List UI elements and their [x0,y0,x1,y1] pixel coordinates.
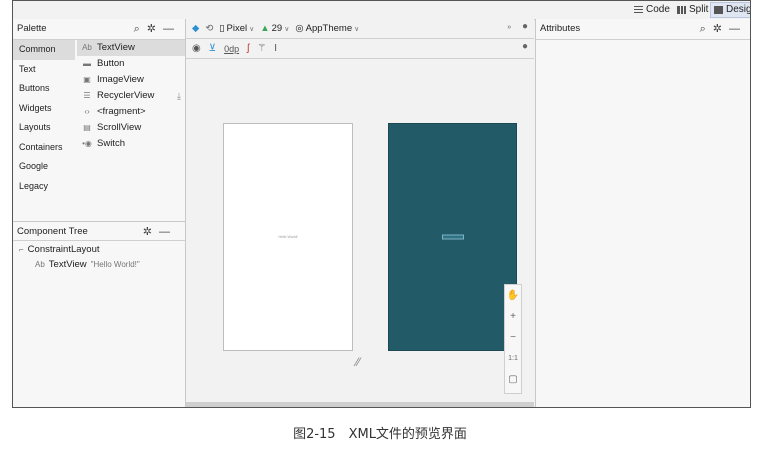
pan-icon[interactable]: ✋ [505,285,521,306]
search-icon[interactable]: ⌕ [700,23,713,35]
palette-item-textview[interactable]: Ab TextView [77,40,185,56]
category-legacy[interactable]: Legacy [13,177,75,197]
design-surface: ◆ ⟲ ▯ Pixel ∨ ▲ 29 ∨ ◎ AppTheme ∨ » ● ◉ ⊻ 0… [186,19,534,407]
category-layouts[interactable]: Layouts [13,118,75,138]
minimize-icon[interactable]: — [159,226,177,238]
image-icon: ▣ [83,75,91,84]
hello-world-blueprint-box[interactable] [441,234,464,240]
design-preview[interactable]: Hello World! [223,123,353,351]
palette-item-recyclerview[interactable]: ☰ RecyclerView ⤓ [77,88,185,104]
device-selector[interactable]: ▯ Pixel ∨ [219,23,254,34]
phone-icon: ▯ [219,23,225,34]
design-toolbar: ◆ ⟲ ▯ Pixel ∨ ▲ 29 ∨ ◎ AppTheme ∨ » ● [186,19,534,39]
constraint-layout-icon: ⌐ [19,245,24,254]
category-common[interactable]: Common [13,40,75,60]
zoom-out-icon[interactable]: − [505,327,521,348]
category-google[interactable]: Google [13,157,75,177]
tree-node-textview[interactable]: Ab TextView "Hello World!" [35,259,140,270]
chevron-down-icon: ∨ [284,25,290,33]
hello-world-text[interactable]: Hello World! [279,235,298,239]
palette-categories: Common Text Buttons Widgets Layouts Cont… [13,40,75,196]
split-mode-button[interactable]: Split [674,3,711,17]
resize-handle-icon[interactable]: ⁄⁄ [356,355,360,369]
preview-canvas[interactable]: Hello World! ⁄⁄ ✋ + − 1:1 ▢ [186,59,534,402]
category-widgets[interactable]: Widgets [13,99,75,119]
switch-icon: •◉ [82,139,92,148]
gear-icon[interactable]: ✲ [143,226,159,238]
infer-constraints-icon[interactable]: ⚚ [257,43,266,54]
layers-icon[interactable]: ◆ [192,23,199,34]
api-selector[interactable]: ▲ 29 ∨ [260,23,289,34]
category-buttons[interactable]: Buttons [13,79,75,99]
blueprint-preview[interactable] [388,123,517,351]
clear-constraints-icon[interactable]: ʃ [247,43,249,54]
constraint-toolbar: ◉ ⊻ 0dp ʃ ⚚ I ● [186,39,534,59]
zoom-actual-size[interactable]: 1:1 [505,348,521,369]
view-options-icon[interactable]: ◉ [192,43,201,54]
chevron-down-icon: ∨ [354,25,360,33]
zoom-in-icon[interactable]: + [505,306,521,327]
palette-header: Palette ⌕✲— [13,19,185,40]
warning-icon[interactable]: ● [522,21,528,32]
default-margin-button[interactable]: 0dp [224,44,239,54]
button-icon: ▬ [83,59,91,68]
orientation-icon[interactable]: ⟲ [205,23,213,34]
tree-node-constraintlayout[interactable]: ⌐ ConstraintLayout [19,244,100,255]
horizontal-scrollbar[interactable] [186,402,534,407]
design-mode-button[interactable]: Design [710,2,750,18]
android-studio-layout-editor: Code Split Design Palette ⌕✲— Common Tex… [12,0,751,408]
minimize-icon[interactable]: — [163,23,181,35]
palette-panel: Palette ⌕✲— Common Text Buttons Widgets … [13,19,186,407]
figure-caption: 图2-15 XML文件的预览界面 [293,427,467,442]
component-tree-title: Component Tree [17,226,88,237]
android-icon: ▲ [260,23,270,34]
palette-item-scrollview[interactable]: ▤ ScrollView [77,120,185,136]
list-icon: ☰ [83,91,91,100]
expand-icon[interactable]: » [507,24,511,31]
chevron-down-icon: ∨ [249,25,255,33]
gear-icon[interactable]: ✲ [713,23,729,35]
search-icon[interactable]: ⌕ [134,23,147,35]
guidelines-icon[interactable]: I [274,43,277,54]
component-tree-header: Component Tree ✲— [13,221,185,241]
textview-icon: Ab [82,43,92,52]
theme-icon: ◎ [295,23,304,34]
attributes-panel: Attributes ⌕✲— [535,19,750,407]
code-icon [634,6,643,14]
design-icon [714,6,723,14]
palette-item-switch[interactable]: •◉ Switch [77,136,185,152]
autoconnect-icon[interactable]: ⊻ [209,43,216,54]
gear-icon[interactable]: ✲ [147,23,163,35]
attributes-title: Attributes [540,23,581,34]
palette-items: Ab TextView ▬ Button ▣ ImageView ☰ Recyc… [77,40,185,152]
view-mode-bar: Code Split Design [13,1,750,20]
palette-title: Palette [17,23,47,34]
scroll-icon: ▤ [83,123,91,132]
download-icon[interactable]: ⤓ [177,88,181,104]
warning-icon[interactable]: ● [522,41,528,52]
category-containers[interactable]: Containers [13,138,75,158]
code-mode-button[interactable]: Code [631,3,673,17]
textview-icon: Ab [35,260,45,269]
palette-item-imageview[interactable]: ▣ ImageView [77,72,185,88]
zoom-controls: ✋ + − 1:1 ▢ [504,284,522,394]
palette-item-button[interactable]: ▬ Button [77,56,185,72]
split-icon [677,6,686,14]
minimize-icon[interactable]: — [729,23,747,35]
category-text[interactable]: Text [13,60,75,80]
attributes-header: Attributes ⌕✲— [536,19,750,40]
palette-item-fragment[interactable]: ‹› <fragment> [77,104,185,120]
fragment-icon: ‹› [84,107,90,116]
zoom-fit-icon[interactable]: ▢ [505,369,521,390]
theme-selector[interactable]: ◎ AppTheme ∨ [295,23,359,34]
